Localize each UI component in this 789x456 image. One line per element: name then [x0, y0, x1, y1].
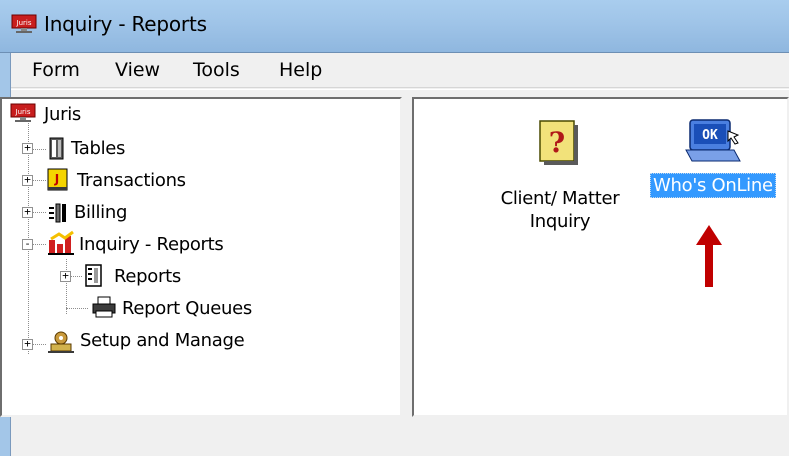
svg-text:?: ?	[549, 126, 565, 159]
app-window: Juris Inquiry - Reports Form View Tools …	[0, 0, 789, 456]
list-item-label-selected: Who's OnLine	[650, 173, 776, 198]
whos-online-icon: OK	[685, 119, 741, 162]
menu-view[interactable]: View	[115, 59, 160, 81]
collapse-toggle[interactable]: -	[22, 238, 33, 250]
tree-item-report-queues[interactable]: Report Queues	[122, 298, 252, 319]
setup-manage-icon	[48, 331, 74, 353]
tree-item-tables[interactable]: Tables	[71, 138, 125, 159]
pane-splitter[interactable]	[402, 97, 412, 417]
annotation-arrow-icon	[696, 225, 722, 287]
juris-app-icon[interactable]: Juris	[11, 14, 37, 34]
tree-connector	[66, 259, 67, 314]
menu-form[interactable]: Form	[32, 59, 80, 81]
module-list-view[interactable]: ? Client/ Matter Inquiry OK Who's OnLine	[412, 97, 789, 417]
inquiry-reports-icon	[48, 230, 74, 255]
svg-text:J: J	[54, 172, 59, 186]
tree-item-inquiry-reports[interactable]: Inquiry - Reports	[79, 234, 224, 255]
report-queues-icon	[92, 296, 116, 318]
tree-item-juris[interactable]: Juris	[44, 104, 81, 125]
expand-toggle[interactable]: +	[60, 270, 71, 282]
tree-connector	[66, 308, 88, 309]
reports-icon	[85, 264, 102, 287]
tree-item-transactions[interactable]: Transactions	[77, 170, 186, 191]
window-title: Inquiry - Reports	[44, 12, 207, 36]
transactions-icon: J	[47, 168, 68, 191]
menu-tools[interactable]: Tools	[193, 59, 240, 81]
menu-bar: Form View Tools Help	[11, 53, 789, 88]
navigation-tree[interactable]: Juris Juris + Tables + J Transactions +	[0, 97, 402, 417]
svg-text:Juris: Juris	[16, 19, 32, 27]
tree-item-billing[interactable]: Billing	[74, 202, 127, 223]
tree-item-reports[interactable]: Reports	[114, 266, 181, 287]
expand-toggle[interactable]: +	[22, 338, 33, 350]
title-bar[interactable]: Juris Inquiry - Reports	[0, 0, 789, 53]
list-item-label: Inquiry	[529, 211, 591, 232]
menu-help[interactable]: Help	[279, 59, 322, 81]
list-item-label: Client/ Matter	[500, 188, 620, 209]
expand-toggle[interactable]: +	[22, 206, 33, 218]
svg-text:OK: OK	[702, 128, 718, 143]
tables-icon	[49, 137, 64, 160]
expand-toggle[interactable]: +	[22, 174, 33, 186]
tree-item-setup-and-manage[interactable]: Setup and Manage	[80, 330, 245, 351]
client-matter-inquiry-icon: ?	[539, 120, 578, 165]
expand-toggle[interactable]: +	[22, 142, 33, 154]
svg-text:Juris: Juris	[15, 108, 31, 116]
billing-icon	[49, 203, 66, 223]
juris-icon: Juris	[10, 103, 36, 122]
